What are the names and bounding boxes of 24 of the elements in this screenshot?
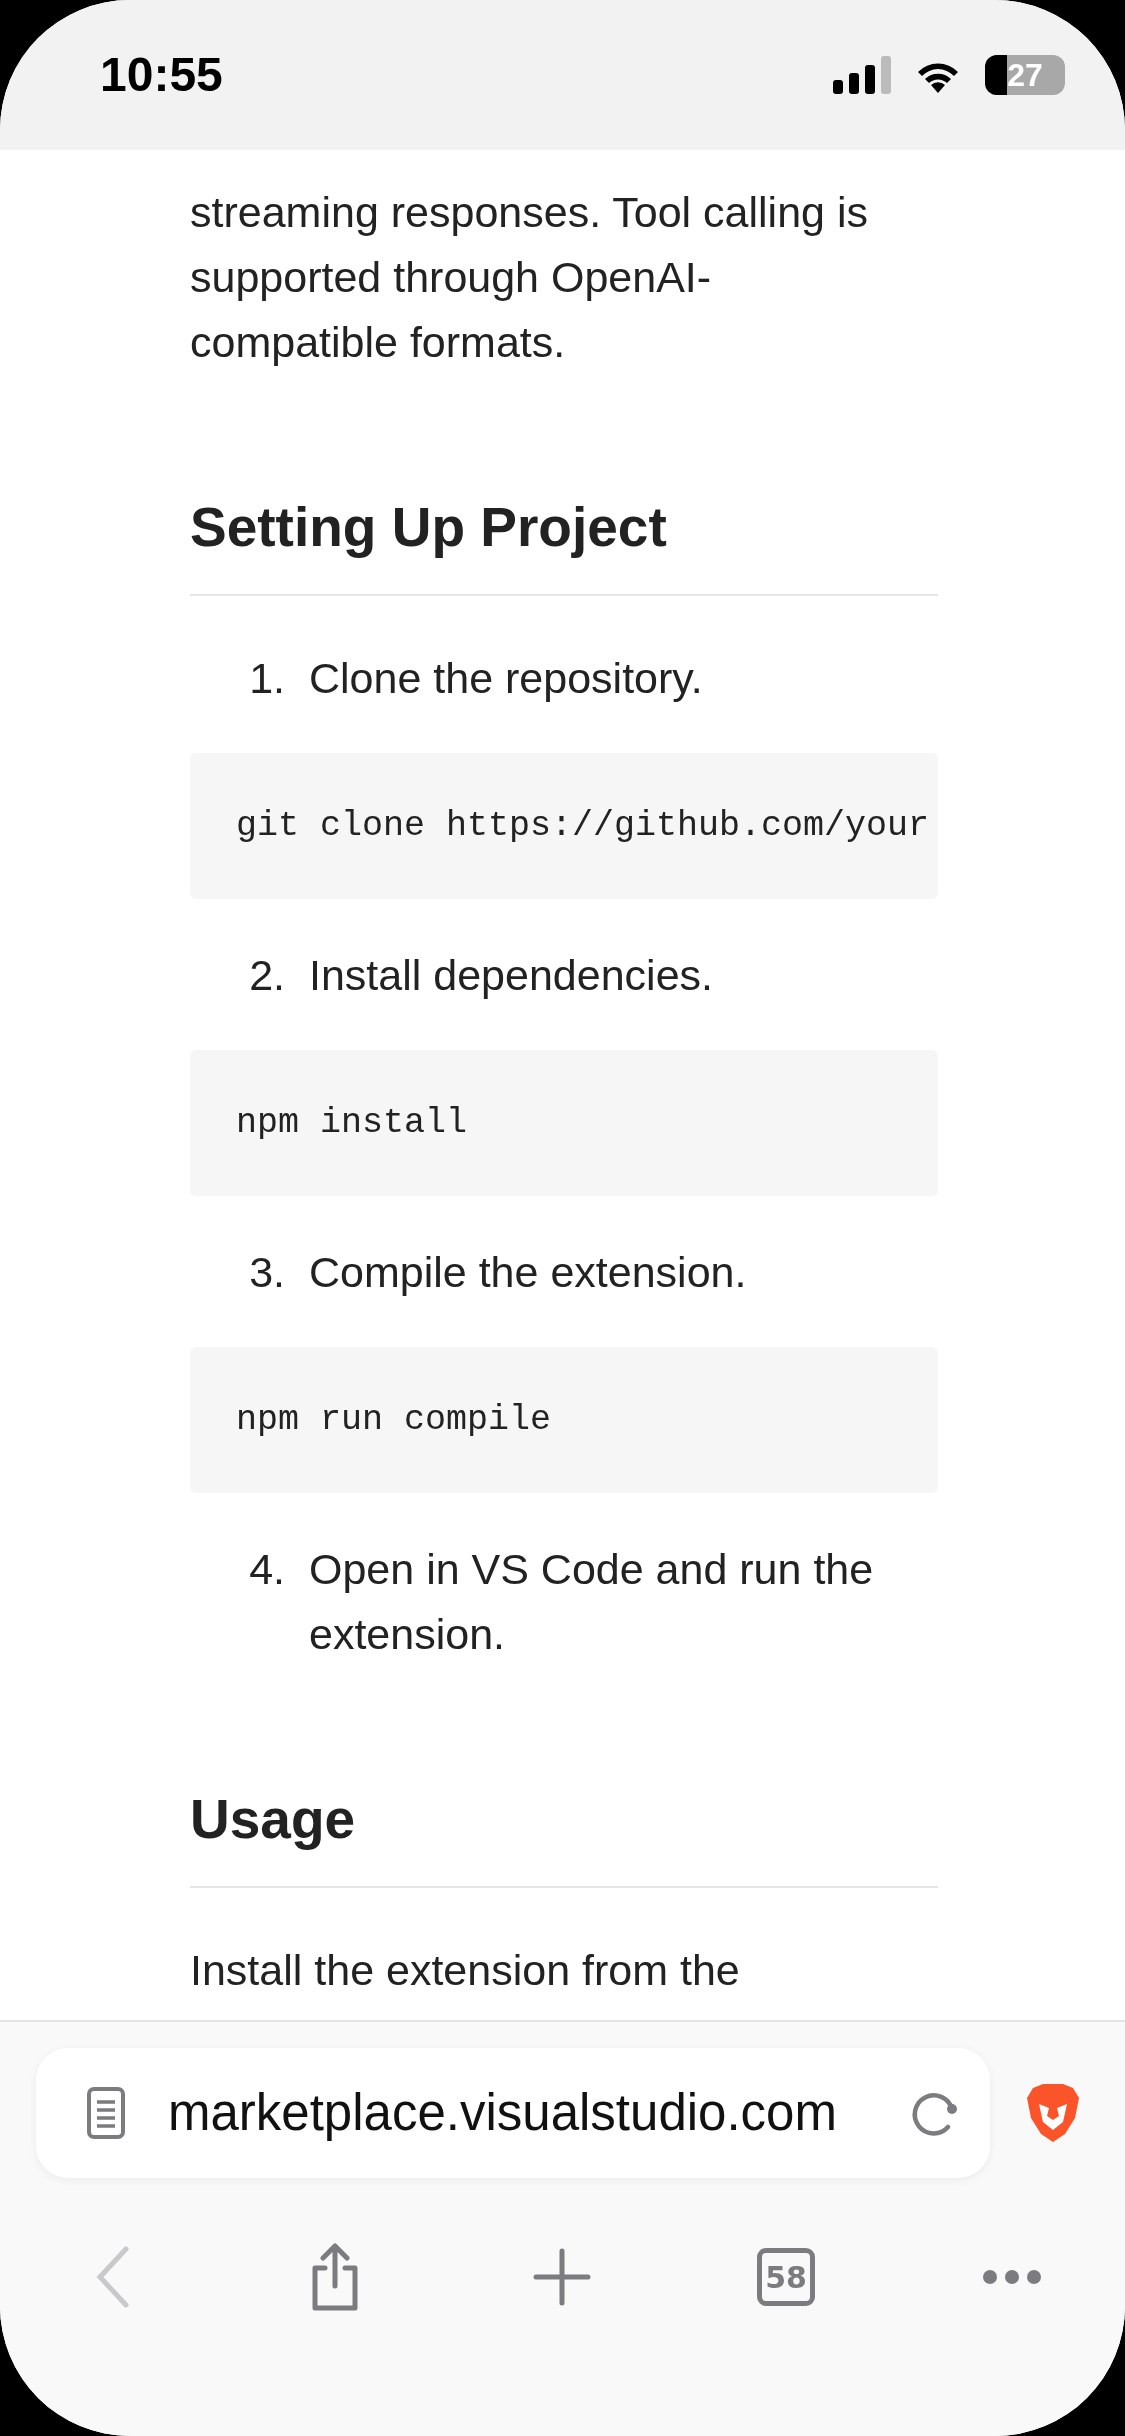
code-block: npm install — [190, 1050, 938, 1196]
more-icon[interactable] — [982, 2269, 1042, 2285]
url-text: marketplace.visualstudio.com — [168, 2082, 838, 2143]
clock-time: 10:55 — [100, 47, 223, 103]
code-block: npm run compile — [190, 1347, 938, 1493]
section-heading: Setting Up Project — [190, 494, 938, 596]
list-item-text: Clone the repository. — [309, 653, 703, 704]
plus-icon[interactable] — [532, 2247, 592, 2307]
list-number: 1. — [248, 653, 286, 704]
list-number: 3. — [248, 1247, 286, 1298]
address-bar[interactable]: marketplace.visualstudio.com — [36, 2048, 990, 2178]
page-icon — [86, 2086, 126, 2140]
signal-icon — [833, 56, 891, 94]
tabs-button[interactable]: 58 — [741, 2232, 831, 2322]
battery-icon: 27 — [985, 55, 1065, 95]
body-text: streaming responses. Tool calling is supported through OpenAI-compatible formats. — [190, 187, 869, 368]
list-number: 4. — [248, 1544, 286, 1595]
body-text: Install the extension from the — [190, 1945, 741, 1996]
list-item-text: Open in VS Code and run the extension. — [309, 1544, 875, 1660]
list-item-text: Install dependencies. — [309, 950, 713, 1001]
list-item-text: Compile the extension. — [309, 1247, 747, 1298]
list-number: 2. — [248, 950, 286, 1001]
section-heading: Usage — [190, 1786, 938, 1888]
code-block: git clone https://github.com/your — [190, 753, 938, 899]
